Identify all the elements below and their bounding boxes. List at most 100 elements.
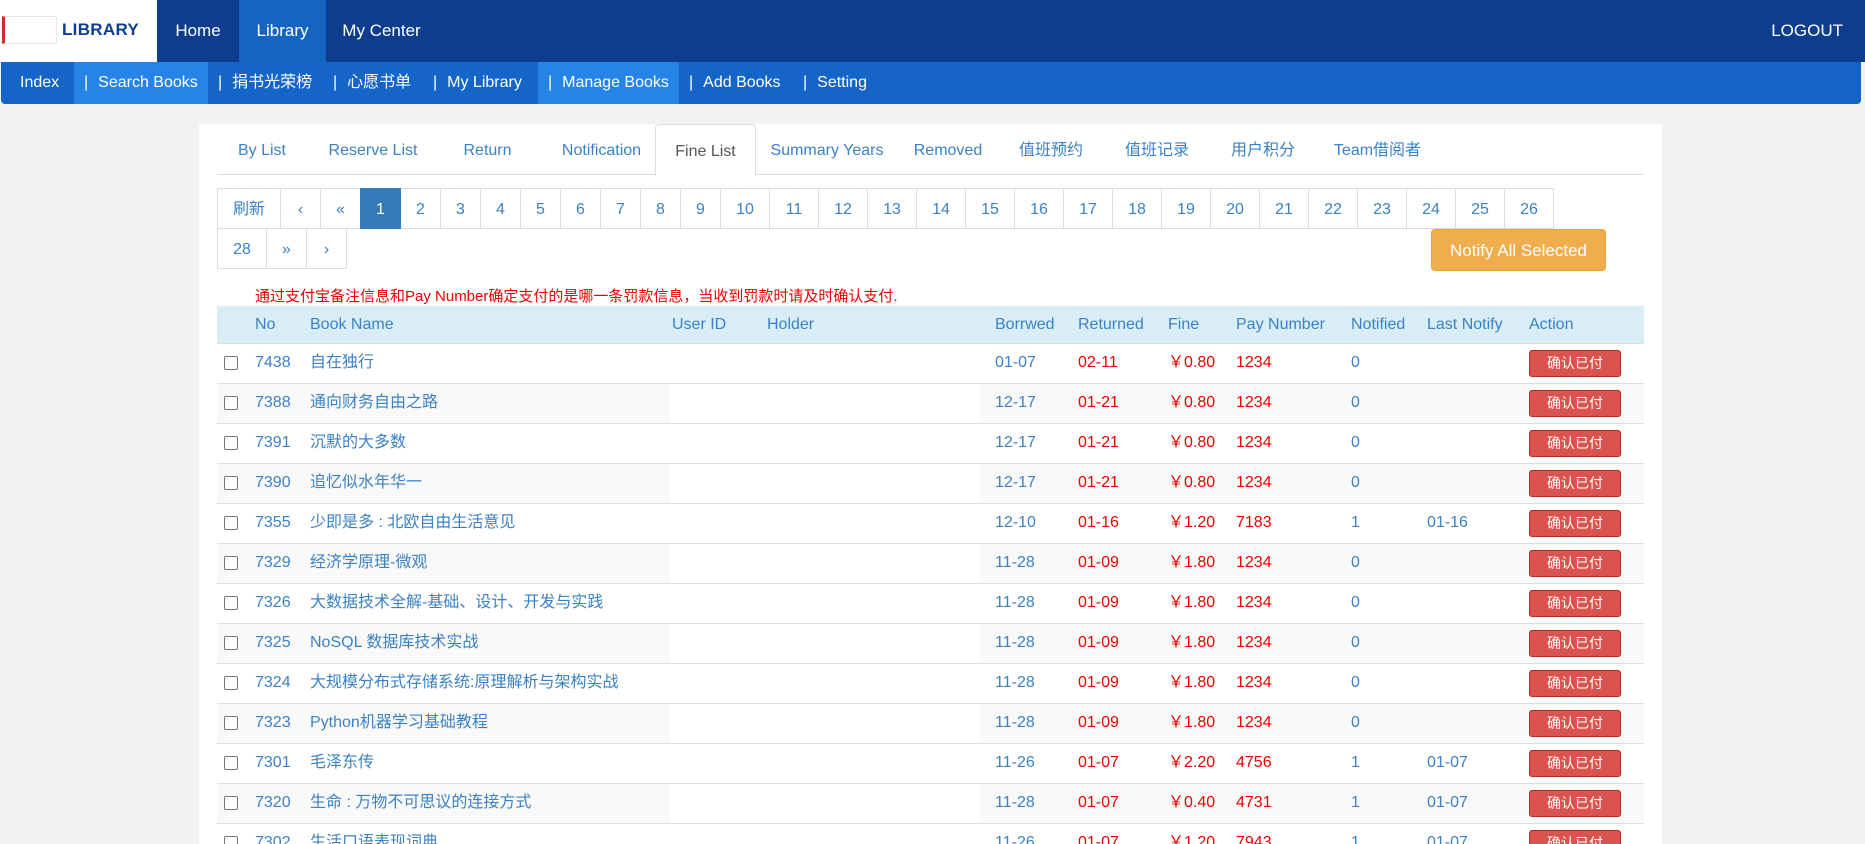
tab-removed[interactable]: Removed bbox=[898, 124, 998, 175]
tab-by-list[interactable]: By List bbox=[217, 124, 307, 175]
pagination-page[interactable]: 15 bbox=[965, 188, 1015, 229]
confirm-paid-button[interactable]: 确认已付 bbox=[1529, 670, 1621, 697]
row-book-name[interactable]: NoSQL 数据库技术实战 bbox=[310, 624, 478, 662]
pagination-page[interactable]: 19 bbox=[1161, 188, 1211, 229]
confirm-paid-button[interactable]: 确认已付 bbox=[1529, 550, 1621, 577]
row-no[interactable]: 7390 bbox=[255, 464, 291, 502]
pagination-page[interactable]: 3 bbox=[440, 188, 481, 229]
topnav-library[interactable]: Library bbox=[239, 0, 326, 62]
row-no[interactable]: 7329 bbox=[255, 544, 291, 582]
confirm-paid-button[interactable]: 确认已付 bbox=[1529, 830, 1621, 844]
row-checkbox[interactable] bbox=[224, 716, 238, 730]
tab-return[interactable]: Return bbox=[439, 124, 536, 175]
subnav-add-books[interactable]: | Add Books bbox=[679, 62, 791, 104]
tab-fine-list[interactable]: Fine List bbox=[655, 124, 756, 176]
pagination-page[interactable]: 25 bbox=[1455, 188, 1505, 229]
tab-user-points[interactable]: 用户积分 bbox=[1210, 124, 1316, 175]
row-book-name[interactable]: 生活口语表现词典 bbox=[310, 824, 438, 844]
row-book-name[interactable]: Python机器学习基础教程 bbox=[310, 704, 488, 742]
confirm-paid-button[interactable]: 确认已付 bbox=[1529, 590, 1621, 617]
logout-link[interactable]: LOGOUT bbox=[1771, 0, 1843, 62]
pagination-page[interactable]: 18 bbox=[1112, 188, 1162, 229]
confirm-paid-button[interactable]: 确认已付 bbox=[1529, 470, 1621, 497]
row-checkbox[interactable] bbox=[224, 796, 238, 810]
row-no[interactable]: 7301 bbox=[255, 744, 291, 782]
pagination-page[interactable]: 14 bbox=[916, 188, 966, 229]
pagination-page[interactable]: 28 bbox=[217, 228, 267, 269]
row-checkbox[interactable] bbox=[224, 356, 238, 370]
row-checkbox[interactable] bbox=[224, 396, 238, 410]
row-book-name[interactable]: 沉默的大多数 bbox=[310, 424, 406, 462]
confirm-paid-button[interactable]: 确认已付 bbox=[1529, 710, 1621, 737]
topnav-my-center[interactable]: My Center bbox=[326, 0, 437, 62]
pagination-page[interactable]: 17 bbox=[1063, 188, 1113, 229]
pagination-prev[interactable]: « bbox=[320, 188, 361, 229]
subnav-index[interactable]: Index bbox=[10, 62, 69, 104]
pagination-page[interactable]: 23 bbox=[1357, 188, 1407, 229]
row-no[interactable]: 7388 bbox=[255, 384, 291, 422]
pagination-page[interactable]: 6 bbox=[560, 188, 601, 229]
row-no[interactable]: 7325 bbox=[255, 624, 291, 662]
tab-summary-years[interactable]: Summary Years bbox=[756, 124, 898, 175]
pagination-page[interactable]: 20 bbox=[1210, 188, 1260, 229]
row-book-name[interactable]: 毛泽东传 bbox=[310, 744, 374, 782]
row-book-name[interactable]: 自在独行 bbox=[310, 344, 374, 382]
pagination-page[interactable]: 22 bbox=[1308, 188, 1358, 229]
subnav-setting[interactable]: | Setting bbox=[793, 62, 877, 104]
subnav-wishlist[interactable]: | 心愿书单 bbox=[323, 62, 421, 104]
row-checkbox[interactable] bbox=[224, 636, 238, 650]
topnav-home[interactable]: Home bbox=[157, 0, 239, 62]
confirm-paid-button[interactable]: 确认已付 bbox=[1529, 510, 1621, 537]
pagination-page[interactable]: 24 bbox=[1406, 188, 1456, 229]
tab-reserve-list[interactable]: Reserve List bbox=[307, 124, 439, 175]
row-no[interactable]: 7391 bbox=[255, 424, 291, 462]
row-checkbox[interactable] bbox=[224, 476, 238, 490]
row-checkbox[interactable] bbox=[224, 516, 238, 530]
tab-duty-reservation[interactable]: 值班预约 bbox=[998, 124, 1104, 175]
pagination-page[interactable]: 7 bbox=[600, 188, 641, 229]
pagination-page[interactable]: 5 bbox=[520, 188, 561, 229]
tab-team-borrowers[interactable]: Team借阅者 bbox=[1316, 124, 1439, 175]
pagination-page[interactable]: 8 bbox=[640, 188, 681, 229]
confirm-paid-button[interactable]: 确认已付 bbox=[1529, 750, 1621, 777]
row-no[interactable]: 7355 bbox=[255, 504, 291, 542]
row-no[interactable]: 7302 bbox=[255, 824, 291, 844]
row-checkbox[interactable] bbox=[224, 436, 238, 450]
pagination-page[interactable]: 1 bbox=[360, 188, 401, 229]
row-no[interactable]: 7323 bbox=[255, 704, 291, 742]
row-checkbox[interactable] bbox=[224, 676, 238, 690]
pagination-page[interactable]: 13 bbox=[867, 188, 917, 229]
confirm-paid-button[interactable]: 确认已付 bbox=[1529, 350, 1621, 377]
row-no[interactable]: 7326 bbox=[255, 584, 291, 622]
row-no[interactable]: 7438 bbox=[255, 344, 291, 382]
row-book-name[interactable]: 通向财务自由之路 bbox=[310, 384, 438, 422]
pagination-page[interactable]: 26 bbox=[1504, 188, 1554, 229]
pagination-page[interactable]: 2 bbox=[400, 188, 441, 229]
row-checkbox[interactable] bbox=[224, 836, 238, 844]
row-book-name[interactable]: 大规模分布式存储系统:原理解析与架构实战 bbox=[310, 664, 618, 702]
notify-all-selected-button[interactable]: Notify All Selected bbox=[1431, 229, 1606, 271]
row-no[interactable]: 7324 bbox=[255, 664, 291, 702]
pagination-first[interactable]: ‹ bbox=[280, 188, 321, 229]
tab-notification[interactable]: Notification bbox=[536, 124, 667, 175]
row-book-name[interactable]: 大数据技术全解-基础、设计、开发与实践 bbox=[310, 584, 603, 622]
subnav-search-books[interactable]: | Search Books bbox=[74, 62, 208, 104]
pagination-next[interactable]: » bbox=[266, 228, 307, 269]
subnav-manage-books[interactable]: | Manage Books bbox=[538, 62, 679, 104]
row-book-name[interactable]: 生命 : 万物不可思议的连接方式 bbox=[310, 784, 531, 822]
row-checkbox[interactable] bbox=[224, 756, 238, 770]
subnav-my-library[interactable]: | My Library bbox=[423, 62, 532, 104]
row-checkbox[interactable] bbox=[224, 596, 238, 610]
row-no[interactable]: 7320 bbox=[255, 784, 291, 822]
tab-duty-records[interactable]: 值班记录 bbox=[1104, 124, 1210, 175]
row-book-name[interactable]: 经济学原理-微观 bbox=[310, 544, 427, 582]
row-book-name[interactable]: 追忆似水年华一 bbox=[310, 464, 422, 502]
confirm-paid-button[interactable]: 确认已付 bbox=[1529, 630, 1621, 657]
confirm-paid-button[interactable]: 确认已付 bbox=[1529, 790, 1621, 817]
pagination-last[interactable]: › bbox=[306, 228, 347, 269]
brand[interactable]: LIBRARY bbox=[0, 0, 157, 62]
pagination-page[interactable]: 16 bbox=[1014, 188, 1064, 229]
subnav-donate[interactable]: | 捐书光荣榜 bbox=[208, 62, 322, 104]
row-book-name[interactable]: 少即是多 : 北欧自由生活意见 bbox=[310, 504, 515, 542]
pagination-page[interactable]: 12 bbox=[818, 188, 868, 229]
